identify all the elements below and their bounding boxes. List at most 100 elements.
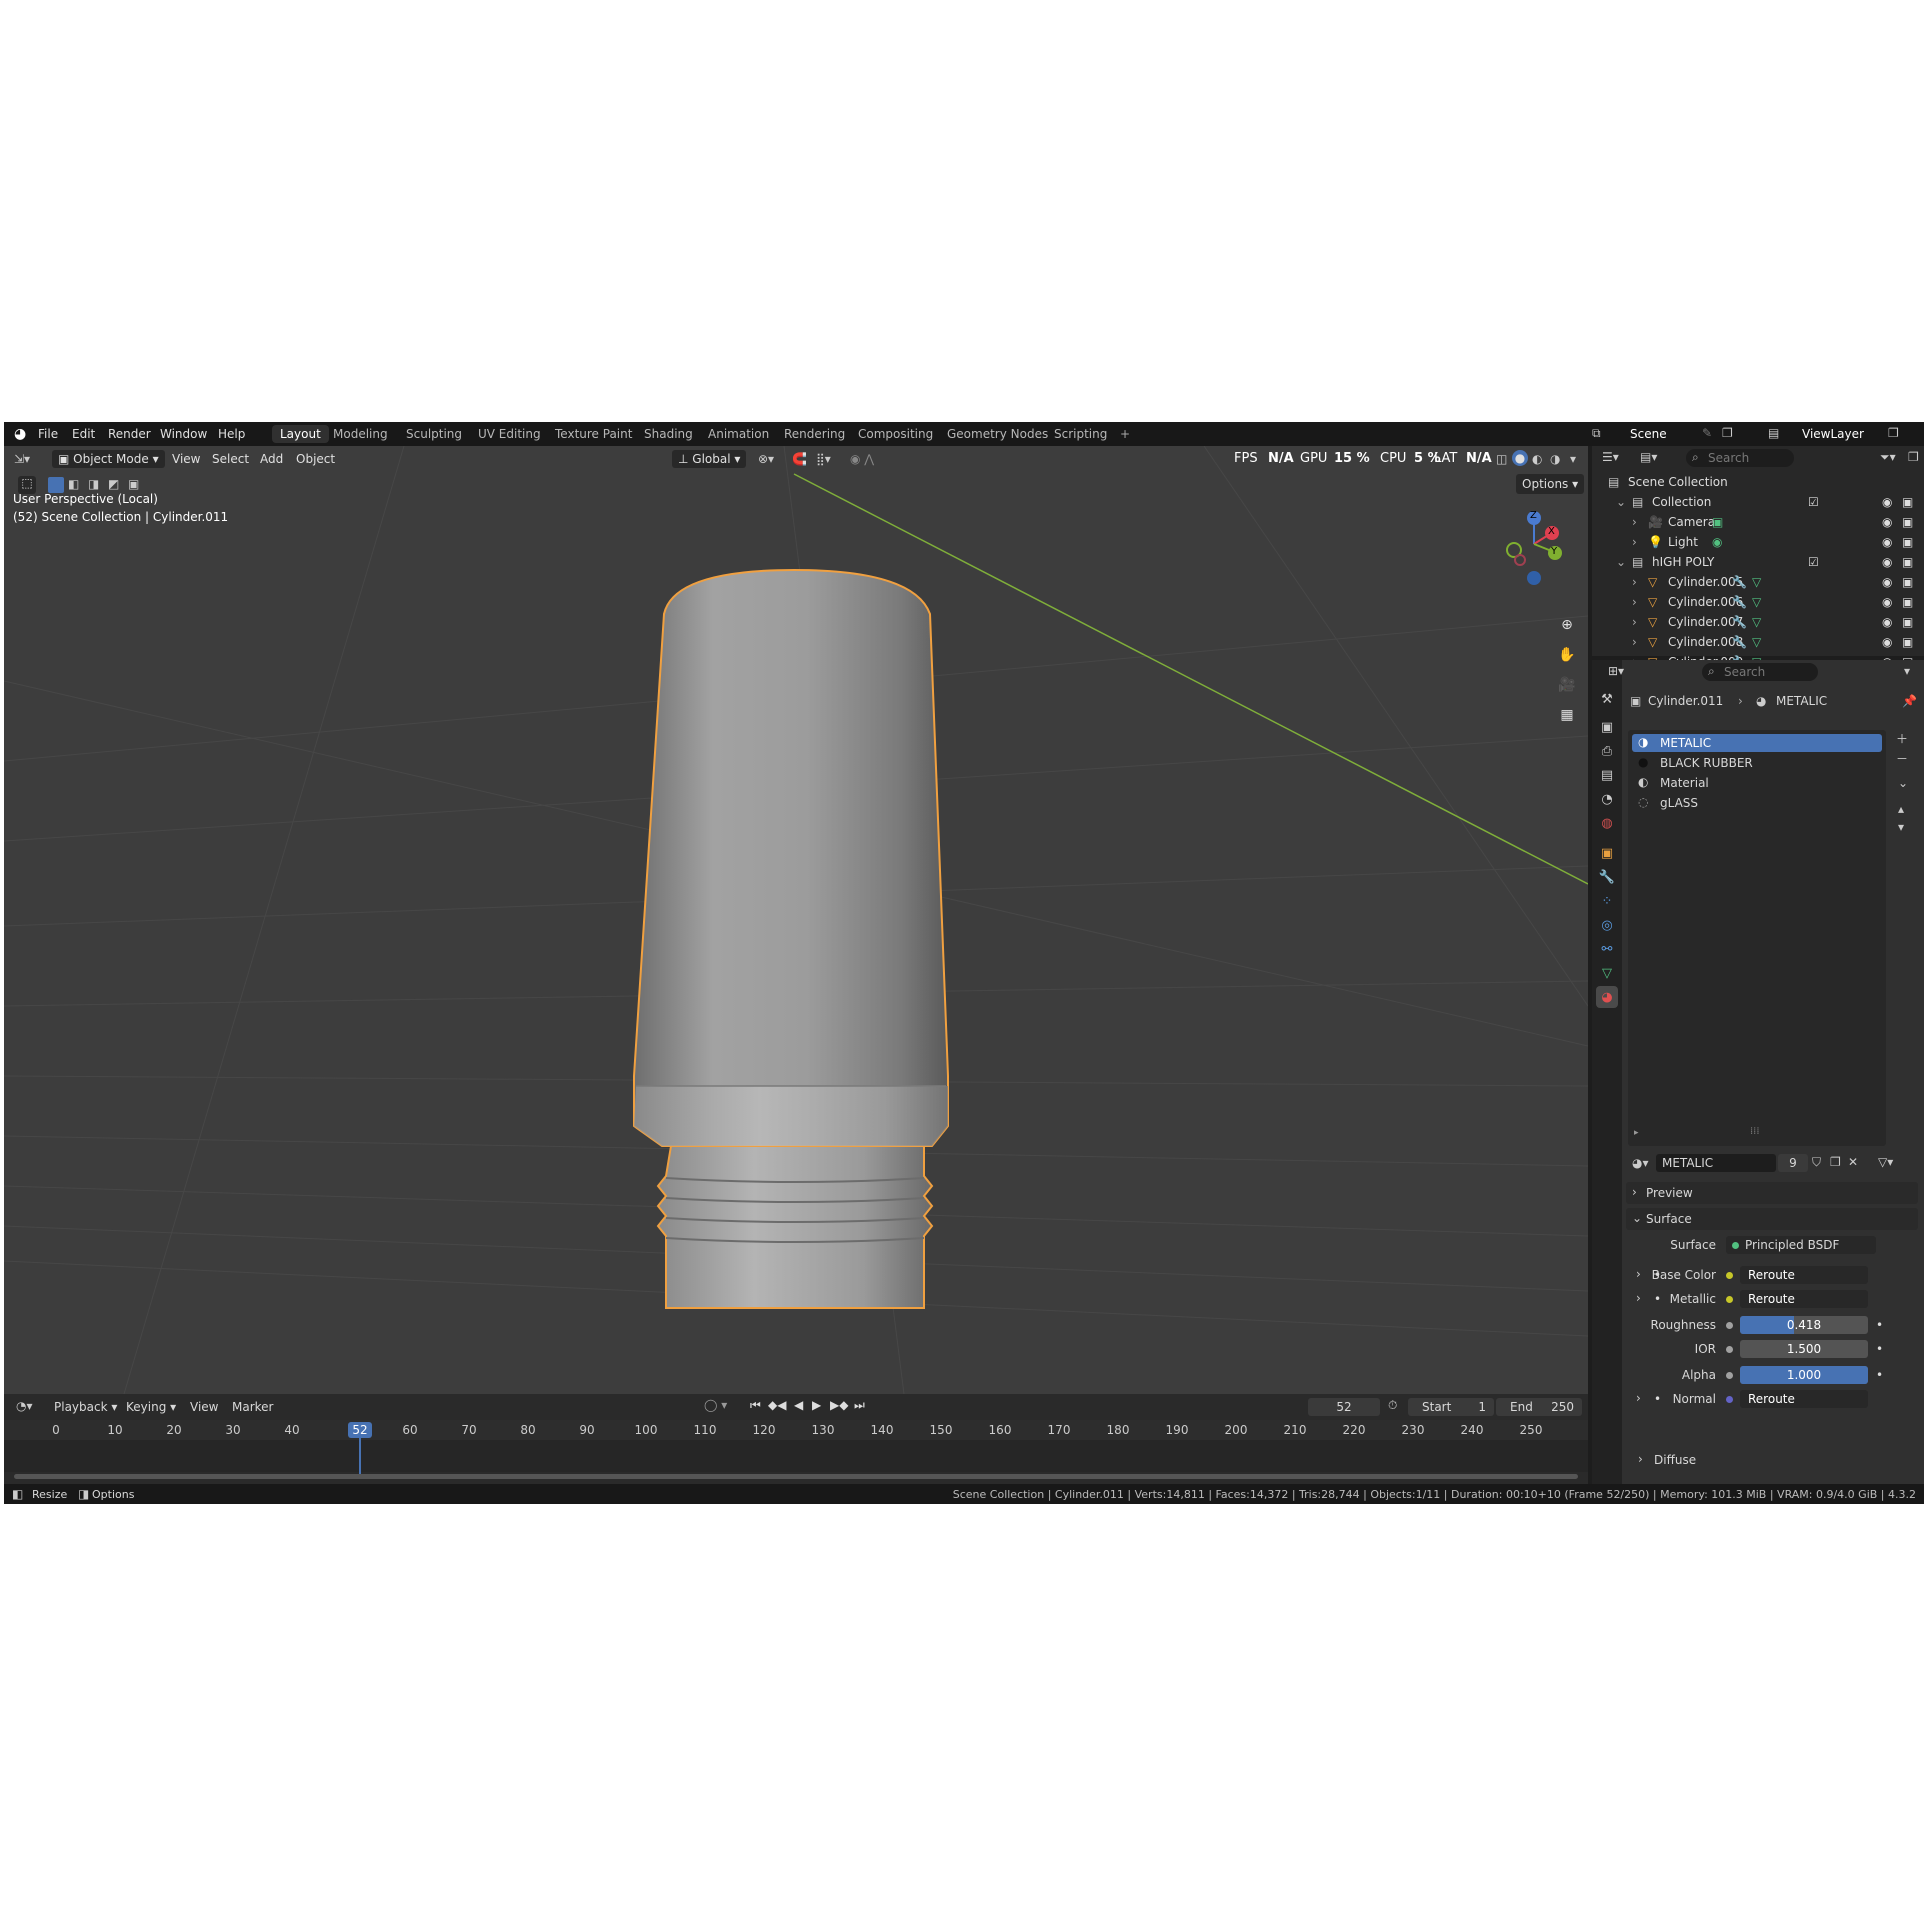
jump-start-icon[interactable]: ⏮	[750, 1398, 761, 1413]
material-slot-glass[interactable]: ◌ gLASS	[1632, 794, 1882, 812]
menu-help[interactable]: Help	[218, 427, 245, 441]
blender-logo-icon[interactable]: ◕	[14, 426, 30, 442]
modifier-icon[interactable]: 🔧	[1732, 572, 1747, 592]
menu-timeline-view[interactable]: View	[190, 1400, 218, 1414]
input-value-field[interactable]: 1.500	[1740, 1340, 1868, 1358]
select-mode-subtract-icon[interactable]: ◨	[88, 477, 99, 491]
timeline-scrollbar[interactable]	[14, 1474, 1578, 1479]
new-view-layer-icon[interactable]: ❐	[1888, 426, 1899, 440]
camera-data-icon[interactable]: ▣	[1712, 512, 1723, 532]
menu-view[interactable]: View	[172, 450, 200, 468]
rendered-shading-icon[interactable]: ◑	[1550, 450, 1560, 468]
material-link-icon[interactable]: ▽▾	[1878, 1155, 1893, 1169]
visibility-eye-icon[interactable]: ◉	[1882, 612, 1892, 632]
visibility-eye-icon[interactable]: ◉	[1882, 592, 1892, 612]
render-camera-icon[interactable]: ▣	[1902, 492, 1913, 512]
input-value-field[interactable]: Reroute	[1740, 1266, 1868, 1284]
physics-tab-icon[interactable]: ◎	[1596, 914, 1618, 936]
transform-orientation-dropdown[interactable]: ⊥ Global ▾	[672, 450, 747, 468]
view-layer-tab-icon[interactable]: ▤	[1596, 764, 1618, 786]
input-socket-icon[interactable]	[1726, 1296, 1733, 1303]
preview-panel-header[interactable]: › Preview	[1626, 1182, 1918, 1204]
list-resize-grip-icon[interactable]: ⁞⁞⁞	[1750, 1126, 1760, 1137]
outliner-row[interactable]: › 🎥 Camera ▣ ◉ ▣	[1592, 512, 1924, 532]
material-slot-black-rubber[interactable]: ● BLACK RUBBER	[1632, 754, 1882, 772]
chevron-right-icon[interactable]: ›	[1632, 512, 1637, 532]
material-slot-metalic[interactable]: ◑ METALIC	[1632, 734, 1882, 752]
tool-tab-icon[interactable]: ⚒	[1596, 688, 1618, 710]
material-name-field[interactable]: METALIC	[1656, 1154, 1776, 1172]
chevron-right-icon[interactable]: ›	[1632, 592, 1637, 612]
keyframe-dot-icon[interactable]: •	[1876, 1318, 1883, 1332]
chevron-right-icon[interactable]: ›	[1632, 612, 1637, 632]
outliner-row[interactable]: ⌄ ▤ hIGH POLY ☑ ◉ ▣	[1592, 552, 1924, 572]
chevron-down-icon[interactable]: ⌄	[1616, 552, 1626, 572]
input-socket-icon[interactable]	[1726, 1272, 1733, 1279]
render-camera-icon[interactable]: ▣	[1902, 512, 1913, 532]
input-value-field[interactable]: Reroute	[1740, 1390, 1868, 1408]
play-reverse-icon[interactable]: ◀	[794, 1398, 803, 1412]
playhead-frame-badge[interactable]: 52	[348, 1422, 372, 1438]
shading-options-icon[interactable]: ▾	[1570, 450, 1576, 468]
tab-rendering[interactable]: Rendering	[776, 425, 853, 443]
start-frame-field[interactable]: Start 1	[1408, 1398, 1494, 1416]
scene-collection-row[interactable]: ▤ Scene Collection	[1592, 472, 1924, 492]
display-mode-icon[interactable]: ▤▾	[1640, 450, 1657, 464]
add-workspace-icon[interactable]: +	[1112, 425, 1138, 443]
mesh-data-icon[interactable]: ▽	[1752, 632, 1761, 652]
output-tab-icon[interactable]: ⎙	[1596, 740, 1618, 762]
render-camera-icon[interactable]: ▣	[1902, 592, 1913, 612]
world-tab-icon[interactable]: ◍	[1596, 812, 1618, 834]
auto-keying-icon[interactable]: ◯ ▾	[704, 1398, 727, 1412]
outliner-editor-type-icon[interactable]: ☰▾	[1602, 450, 1619, 464]
tab-animation[interactable]: Animation	[700, 425, 777, 443]
zoom-icon[interactable]: ⊕	[1556, 614, 1578, 636]
chevron-right-icon[interactable]: ›	[1632, 532, 1637, 552]
tab-layout[interactable]: Layout	[272, 425, 329, 443]
menu-select[interactable]: Select	[212, 450, 249, 468]
input-socket-icon[interactable]	[1726, 1396, 1733, 1403]
remove-material-slot-icon[interactable]: －	[1896, 750, 1908, 767]
keyframe-dot-icon[interactable]: •	[1876, 1342, 1883, 1356]
properties-options-icon[interactable]: ▾	[1904, 664, 1910, 678]
navigation-gizmo[interactable]: Z X Y	[1500, 508, 1570, 588]
mode-dropdown[interactable]: ▣ Object Mode ▾	[52, 450, 165, 468]
new-scene-icon[interactable]: ❐	[1722, 426, 1733, 440]
menu-keying[interactable]: Keying ▾	[126, 1400, 176, 1414]
next-keyframe-icon[interactable]: ▶◆	[830, 1398, 848, 1412]
modifier-icon[interactable]: 🔧	[1732, 632, 1747, 652]
render-tab-icon[interactable]: ▣	[1596, 716, 1618, 738]
visibility-eye-icon[interactable]: ◉	[1882, 632, 1892, 652]
chevron-right-icon[interactable]: ›	[1632, 572, 1637, 592]
menu-playback[interactable]: Playback ▾	[54, 1400, 117, 1414]
properties-search-input[interactable]: ⌕ Search	[1702, 663, 1818, 681]
camera-view-icon[interactable]: 🎥	[1556, 674, 1578, 696]
tab-compositing[interactable]: Compositing	[850, 425, 941, 443]
modifier-tab-icon[interactable]: 🔧	[1596, 866, 1618, 888]
menu-file[interactable]: File	[38, 427, 58, 441]
tab-sculpting[interactable]: Sculpting	[398, 425, 470, 443]
menu-object[interactable]: Object	[296, 450, 335, 468]
light-data-icon[interactable]: ◉	[1712, 532, 1722, 552]
current-frame-field[interactable]: 52	[1308, 1398, 1380, 1416]
tab-geometry-nodes[interactable]: Geometry Nodes	[939, 425, 1056, 443]
outliner-row[interactable]: › ▽ Cylinder.008 🔧 ▽ ◉ ▣	[1592, 632, 1924, 652]
perspective-toggle-icon[interactable]: ▦	[1556, 704, 1578, 726]
render-camera-icon[interactable]: ▣	[1902, 612, 1913, 632]
snap-target-icon[interactable]: ⣿▾	[816, 450, 831, 468]
xray-icon[interactable]: ◫	[1496, 450, 1507, 468]
outliner[interactable]: ☰▾ ▤▾ ⌕ Search ⏷▾ ❐ ▤ Scene Collection ⌄…	[1592, 446, 1924, 669]
view-layer-selector[interactable]: ▤ ViewLayer ❐	[1766, 424, 1924, 444]
select-mode-new-icon[interactable]	[48, 477, 64, 493]
outliner-row[interactable]: ⌄ ▤ Collection ☑ ◉ ▣	[1592, 492, 1924, 512]
filter-icon[interactable]: ⏷▾	[1880, 450, 1896, 465]
proportional-edit-icon[interactable]: ◉ ⋀	[850, 450, 874, 468]
input-socket-icon[interactable]	[1726, 1346, 1733, 1353]
data-tab-icon[interactable]: ▽	[1596, 962, 1618, 984]
keyframe-dot-icon[interactable]: •	[1876, 1368, 1883, 1382]
timeline-track-area[interactable]	[4, 1440, 1588, 1472]
properties-editor[interactable]: ⚒ ▣ ⎙ ▤ ◔ ◍ ▣ 🔧 ⁘ ◎ ⚯ ▽ ◕ ⊞▾ ⌕ Search ▾ …	[1592, 660, 1924, 1484]
outliner-row[interactable]: › ▽ Cylinder.005 🔧 ▽ ◉ ▣	[1592, 572, 1924, 592]
properties-editor-type-icon[interactable]: ⊞▾	[1608, 664, 1624, 678]
material-tab-icon[interactable]: ◕	[1596, 986, 1618, 1008]
